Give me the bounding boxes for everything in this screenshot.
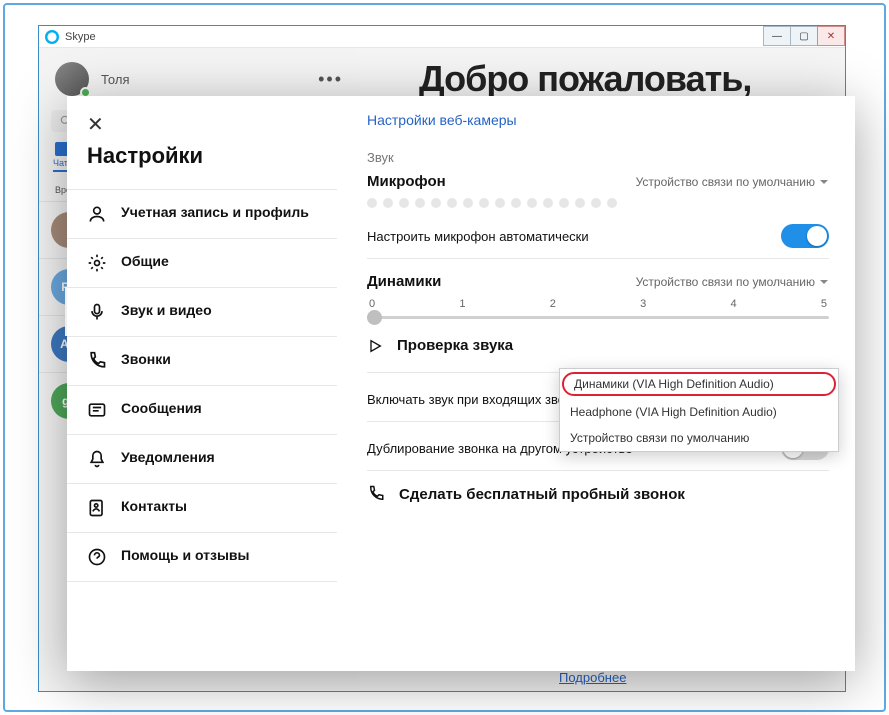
- help-icon: [87, 547, 107, 567]
- settings-nav: ✕ Настройки Учетная запись и профиль Общи…: [67, 96, 337, 671]
- slider-tick: 1: [459, 298, 465, 310]
- slider-tick: 2: [550, 298, 556, 310]
- maximize-button[interactable]: ▢: [790, 26, 818, 46]
- phone-icon: [87, 351, 107, 371]
- auto-mic-toggle[interactable]: [781, 224, 829, 248]
- free-test-call-button[interactable]: Сделать бесплатный пробный звонок: [367, 485, 829, 503]
- chevron-down-icon: [819, 277, 829, 287]
- microphone-device-select[interactable]: Устройство связи по умолчанию: [636, 175, 829, 189]
- profile-name: Толя: [101, 72, 130, 87]
- titlebar: Skype — ▢ ✕: [39, 26, 845, 48]
- slider-tick: 4: [731, 298, 737, 310]
- more-info-link[interactable]: Подробнее: [559, 670, 626, 685]
- settings-nav-label: Звонки: [121, 351, 171, 367]
- speakers-heading: Динамики: [367, 273, 441, 290]
- settings-nav-label: Общие: [121, 253, 169, 269]
- dropdown-option[interactable]: Устройство связи по умолчанию: [560, 425, 838, 451]
- user-icon: [87, 204, 107, 224]
- slider-thumb[interactable]: [367, 310, 382, 325]
- slider-tick: 3: [640, 298, 646, 310]
- settings-nav-item[interactable]: Контакты: [67, 483, 337, 532]
- dropdown-option[interactable]: Динамики (VIA High Definition Audio): [562, 372, 836, 396]
- chevron-down-icon: [819, 177, 829, 187]
- close-window-button[interactable]: ✕: [817, 26, 845, 46]
- skype-logo-icon: [45, 30, 59, 44]
- auto-mic-label: Настроить микрофон автоматически: [367, 229, 589, 244]
- avatar: [55, 62, 89, 96]
- microphone-level-meter: [367, 198, 829, 208]
- settings-close-button[interactable]: ✕: [67, 96, 337, 143]
- settings-nav-item[interactable]: Звук и видео: [67, 287, 337, 336]
- sound-test-button[interactable]: Проверка звука: [367, 337, 829, 354]
- settings-nav-item[interactable]: Общие: [67, 238, 337, 287]
- bell-icon: [87, 449, 107, 469]
- sound-section-label: Звук: [367, 150, 829, 165]
- microphone-heading: Микрофон: [367, 173, 446, 190]
- play-icon: [367, 338, 383, 354]
- minimize-button[interactable]: —: [763, 26, 791, 46]
- window-controls: — ▢ ✕: [764, 26, 845, 46]
- settings-nav-item[interactable]: Помощь и отзывы: [67, 532, 337, 582]
- slider-tick: 5: [821, 298, 827, 310]
- settings-nav-label: Учетная запись и профиль: [121, 204, 309, 220]
- mic-icon: [87, 302, 107, 322]
- speakers-dropdown: Динамики (VIA High Definition Audio) Head…: [559, 368, 839, 452]
- window-title: Skype: [65, 31, 96, 43]
- settings-nav-label: Сообщения: [121, 400, 202, 416]
- settings-nav-item[interactable]: Уведомления: [67, 434, 337, 483]
- phone-icon: [367, 485, 385, 503]
- message-icon: [87, 400, 107, 420]
- settings-nav-item[interactable]: Учетная запись и профиль: [67, 189, 337, 238]
- webcam-settings-link[interactable]: Настройки веб-камеры: [367, 112, 517, 128]
- gear-icon: [87, 253, 107, 273]
- slider-tick: 0: [369, 298, 375, 310]
- speakers-volume-slider[interactable]: 0 1 2 3 4 5: [367, 298, 829, 319]
- settings-nav-label: Контакты: [121, 498, 187, 514]
- settings-nav-label: Звук и видео: [121, 302, 212, 318]
- contacts-icon: [87, 498, 107, 518]
- speakers-device-select[interactable]: Устройство связи по умолчанию: [636, 275, 829, 289]
- settings-nav-label: Помощь и отзывы: [121, 547, 250, 563]
- settings-title: Настройки: [67, 143, 337, 189]
- more-icon[interactable]: •••: [318, 69, 343, 90]
- dropdown-option[interactable]: Headphone (VIA High Definition Audio): [560, 399, 838, 425]
- welcome-heading: Добро пожаловать,: [419, 58, 751, 100]
- settings-nav-item[interactable]: Звонки: [67, 336, 337, 385]
- settings-nav-label: Уведомления: [121, 449, 215, 465]
- skype-window: Skype — ▢ ✕ Добро пожаловать, Толя ••• П…: [38, 25, 846, 692]
- settings-nav-item[interactable]: Сообщения: [67, 385, 337, 434]
